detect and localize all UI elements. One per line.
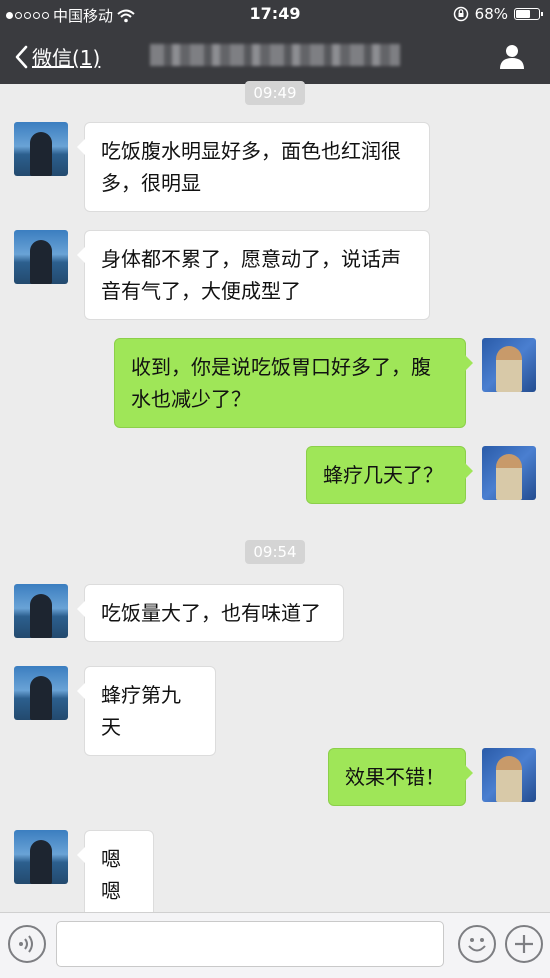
chat-info-button[interactable] (498, 42, 526, 70)
person-icon (500, 45, 524, 69)
emoji-icon (468, 938, 486, 952)
my-avatar[interactable] (482, 338, 536, 392)
message-bubble-incoming[interactable]: 吃饭腹水明显好多，面色也红润很多，很明显 (77, 122, 430, 212)
system-indicators: 68% (453, 5, 543, 23)
status-bar: 中国移动 17:49 68% (0, 0, 550, 28)
message-bubble-outgoing[interactable]: 效果不错！ (328, 748, 473, 806)
more-button[interactable] (505, 925, 543, 963)
timestamp: 09:49 (0, 81, 550, 105)
message-bubble-incoming[interactable]: 吃饭量大了，也有味道了 (77, 584, 344, 642)
back-label: 微信(1) (32, 46, 101, 70)
message-input[interactable] (56, 921, 444, 967)
message-bubble-incoming[interactable]: 蜂疗第九天 (77, 666, 216, 756)
emoji-button[interactable] (458, 925, 496, 963)
message-bubble-outgoing[interactable]: 收到，你是说吃饭胃口好多了，腹水也减少了？ (114, 338, 473, 428)
timestamp: 09:54 (0, 540, 550, 564)
my-avatar[interactable] (482, 446, 536, 500)
message-bubble-outgoing[interactable]: 蜂疗几天了？ (306, 446, 473, 504)
message-bubble-incoming[interactable]: 嗯嗯 (77, 830, 154, 920)
contact-avatar[interactable] (14, 584, 68, 638)
chevron-left-icon (15, 45, 28, 68)
battery-icon (514, 8, 543, 20)
contact-avatar[interactable] (14, 666, 68, 720)
voice-button[interactable] (8, 925, 46, 963)
battery-percent: 68% (474, 5, 508, 23)
voice-icon (19, 935, 33, 953)
rotation-lock-icon (453, 6, 468, 22)
message-bubble-incoming[interactable]: 身体都不累了，愿意动了，说话声音有气了，大便成型了 (77, 230, 430, 320)
plus-icon (515, 935, 533, 953)
nav-bar: 微信(1) (0, 28, 550, 84)
contact-avatar[interactable] (14, 230, 68, 284)
chat-title-blurred (150, 44, 400, 66)
input-bar (0, 912, 550, 978)
contact-avatar[interactable] (14, 830, 68, 884)
contact-avatar[interactable] (14, 122, 68, 176)
back-button[interactable]: 微信(1) (14, 42, 100, 71)
my-avatar[interactable] (482, 748, 536, 802)
